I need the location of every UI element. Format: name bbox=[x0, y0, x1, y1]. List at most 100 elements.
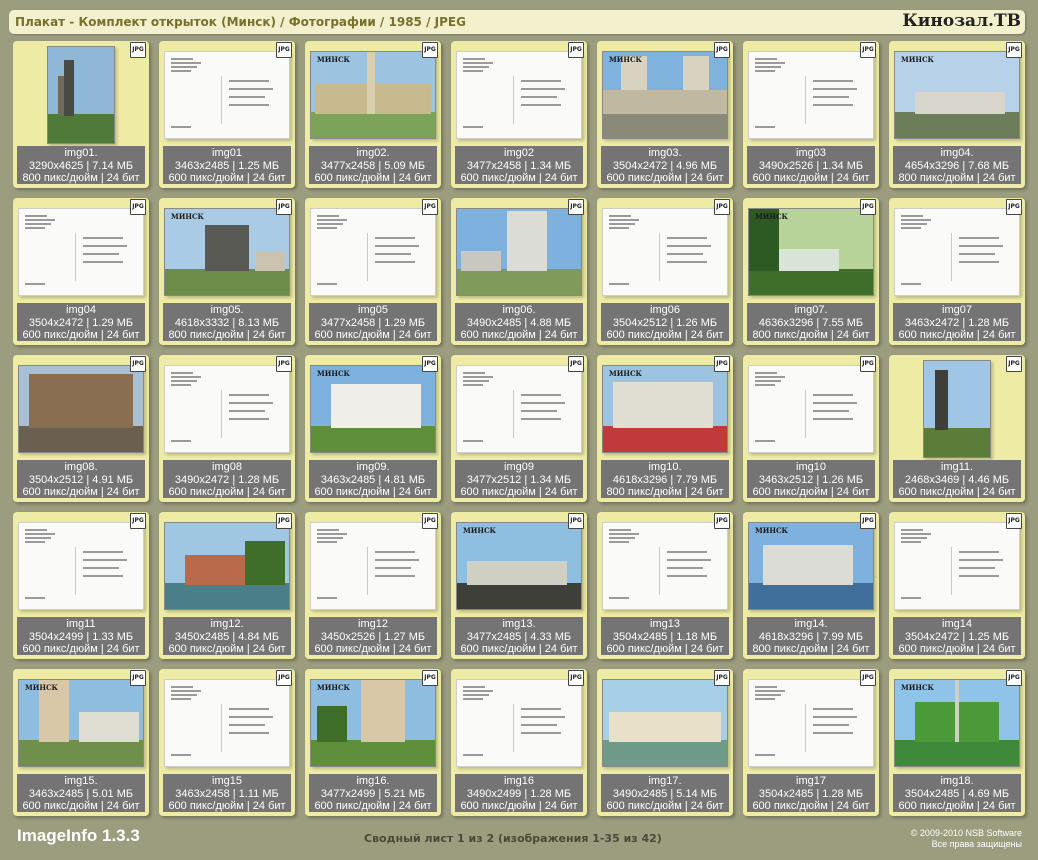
jpg-file-icon: JPG bbox=[422, 356, 438, 372]
postcard-text-line bbox=[317, 529, 339, 531]
thumbnail-tile[interactable]: JPG img11 3504x2499 | 1.33 МБ 600 пикс/дюйм… bbox=[13, 512, 149, 659]
thumbnail-tile[interactable]: МИНСК JPG img18. 3504x2485 | 4.69 МБ 600 пик… bbox=[889, 669, 1025, 816]
thumbnail-tile[interactable]: JPG img15 3463x2458 | 1.11 МБ 600 пикс/дюйм… bbox=[159, 669, 295, 816]
image-name: img16. bbox=[356, 775, 390, 787]
thumbnail-tile[interactable]: JPG img10 3463x2512 | 1.26 МБ 600 пикс/дюйм… bbox=[743, 355, 879, 502]
photo-building bbox=[64, 60, 74, 117]
thumbnail-tile[interactable]: МИНСК JPG img13. 3477x2485 | 4.33 МБ 600 пик… bbox=[451, 512, 587, 659]
thumbnail-image-area: МИНСК bbox=[747, 202, 875, 302]
postcard-text-line bbox=[959, 237, 999, 239]
image-dimensions: 3490x2472 | 1.28 МБ bbox=[174, 473, 280, 486]
image-resolution: 600 пикс/дюйм | 24 бит bbox=[460, 800, 578, 812]
postcard-text-line bbox=[25, 219, 55, 221]
thumbnail-tile[interactable]: МИНСК JPG img09. 3463x2485 | 4.81 МБ 600 пик… bbox=[305, 355, 441, 502]
thumbnail-tile[interactable]: МИНСК JPG img07. 4636x3296 | 7.55 МБ 800 пик… bbox=[743, 198, 879, 345]
thumbnail-tile[interactable]: JPG img13 3504x2485 | 1.18 МБ 600 пикс/дюйм… bbox=[597, 512, 733, 659]
jpg-file-icon: JPG bbox=[422, 513, 438, 529]
postcard-text-line bbox=[317, 227, 337, 229]
postcard-text-line bbox=[959, 575, 999, 577]
photo-building bbox=[613, 381, 713, 428]
copyright-line: © 2009-2010 NSB Software bbox=[910, 828, 1022, 838]
thumbnail-tile[interactable]: JPG img05 3477x2458 | 1.29 МБ 600 пикс/дюйм… bbox=[305, 198, 441, 345]
jpg-file-icon: JPG bbox=[860, 513, 876, 529]
jpg-file-icon: JPG bbox=[568, 199, 584, 215]
postcard-text-line bbox=[755, 686, 777, 688]
postcard-text-line bbox=[901, 215, 923, 217]
postcard-photo-image bbox=[602, 679, 728, 767]
thumbnail-image-area: МИНСК bbox=[163, 202, 291, 302]
postcard-text-line bbox=[609, 537, 635, 539]
postcard-text-line bbox=[463, 698, 483, 700]
thumbnail-tile[interactable]: JPG img14 3504x2472 | 1.25 МБ 600 пикс/дюйм… bbox=[889, 512, 1025, 659]
postcard-text-line bbox=[229, 410, 265, 412]
image-info-panel: img10 3463x2512 | 1.26 МБ 600 пикс/дюйм | … bbox=[747, 460, 875, 498]
photo-building bbox=[603, 89, 727, 114]
jpg-file-icon: JPG bbox=[422, 670, 438, 686]
thumbnail-tile[interactable]: JPG img12 3450x2526 | 1.27 МБ 600 пикс/дюйм… bbox=[305, 512, 441, 659]
postcard-text-line bbox=[813, 418, 853, 420]
image-name: img10. bbox=[648, 461, 682, 473]
postcard-photo-image: МИНСК bbox=[18, 679, 144, 767]
thumbnail-tile[interactable]: JPG img08 3490x2472 | 1.28 МБ 600 пикс/дюйм… bbox=[159, 355, 295, 502]
thumbnail-tile[interactable]: МИНСК JPG img10. 4618x3296 | 7.79 МБ 800 пик… bbox=[597, 355, 733, 502]
postcard-text-line bbox=[229, 716, 273, 718]
postcard-text-line bbox=[609, 219, 639, 221]
thumbnail-tile[interactable]: JPG img09 3477x2512 | 1.34 МБ 600 пикс/дюйм… bbox=[451, 355, 587, 502]
image-name: img14. bbox=[794, 618, 828, 630]
postcard-text-line bbox=[375, 261, 415, 263]
postcard-text-line bbox=[317, 541, 337, 543]
postcard-text-line bbox=[171, 440, 191, 442]
photo-building bbox=[367, 52, 375, 114]
thumbnail-tile[interactable]: МИНСК JPG img15. 3463x2485 | 5.01 МБ 600 пик… bbox=[13, 669, 149, 816]
thumbnail-tile[interactable]: JPG img06. 3490x2485 | 4.88 МБ 600 пикс/дюй… bbox=[451, 198, 587, 345]
image-resolution: 600 пикс/дюйм | 24 бит bbox=[168, 486, 286, 498]
jpg-file-icon: JPG bbox=[130, 513, 146, 529]
photo-caption: МИНСК bbox=[25, 683, 58, 692]
thumbnail-tile[interactable]: JPG img03 3490x2526 | 1.34 МБ 600 пикс/дюйм… bbox=[743, 41, 879, 188]
postcard-back-image bbox=[164, 365, 290, 453]
thumbnail-tile[interactable]: JPG img17. 3490x2485 | 5.14 МБ 600 пикс/дюй… bbox=[597, 669, 733, 816]
thumbnail-tile[interactable]: JPG img11. 2468x3469 | 4.46 МБ 600 пикс/дюй… bbox=[889, 355, 1025, 502]
thumbnail-tile[interactable]: МИНСК JPG img16. 3477x2499 | 5.21 МБ 600 пик… bbox=[305, 669, 441, 816]
thumbnail-tile[interactable]: JPG img04 3504x2472 | 1.29 МБ 600 пикс/дюйм… bbox=[13, 198, 149, 345]
postcard-text-line bbox=[901, 597, 921, 599]
thumbnail-image-area bbox=[747, 45, 875, 145]
postcard-text-line bbox=[755, 698, 775, 700]
thumbnail-tile[interactable]: JPG img17 3504x2485 | 1.28 МБ 600 пикс/дюйм… bbox=[743, 669, 879, 816]
thumbnail-tile[interactable]: JPG img16 3490x2499 | 1.28 МБ 600 пикс/дюйм… bbox=[451, 669, 587, 816]
image-dimensions: 3490x2499 | 1.28 МБ bbox=[466, 787, 572, 800]
postcard-text-line bbox=[755, 372, 777, 374]
thumbnail-tile[interactable]: JPG img01. 3290x4625 | 7.14 МБ 800 пикс/дюй… bbox=[13, 41, 149, 188]
image-dimensions: 3504x2472 | 1.25 МБ bbox=[904, 630, 1010, 643]
thumbnail-tile[interactable]: JPG img08. 3504x2512 | 4.91 МБ 600 пикс/дюй… bbox=[13, 355, 149, 502]
image-info-panel: img14 3504x2472 | 1.25 МБ 600 пикс/дюйм | … bbox=[893, 617, 1021, 655]
postcard-text-line bbox=[521, 88, 565, 90]
postcard-divider bbox=[221, 704, 222, 752]
jpg-file-icon: JPG bbox=[568, 513, 584, 529]
jpg-file-icon: JPG bbox=[130, 356, 146, 372]
thumbnail-tile[interactable]: JPG img02 3477x2458 | 1.34 МБ 600 пикс/дюйм… bbox=[451, 41, 587, 188]
thumbnail-tile[interactable]: МИНСК JPG img04. 4654x3296 | 7.68 МБ 800 пик… bbox=[889, 41, 1025, 188]
postcard-text-line bbox=[463, 686, 485, 688]
postcard-text-line bbox=[317, 219, 347, 221]
thumbnail-tile[interactable]: МИНСК JPG img03. 3504x2472 | 4.96 МБ 600 пик… bbox=[597, 41, 733, 188]
image-name: img07 bbox=[942, 304, 972, 316]
image-dimensions: 3504x2512 | 1.26 МБ bbox=[612, 316, 718, 329]
thumbnail-image-area: МИНСК bbox=[455, 516, 583, 616]
thumbnail-tile[interactable]: JPG img01 3463x2485 | 1.25 МБ 600 пикс/дюйм… bbox=[159, 41, 295, 188]
postcard-back-image bbox=[456, 679, 582, 767]
postcard-text-line bbox=[667, 237, 707, 239]
image-info-panel: img07. 4636x3296 | 7.55 МБ 800 пикс/дюйм |… bbox=[747, 303, 875, 341]
postcard-text-line bbox=[667, 245, 711, 247]
image-dimensions: 3290x4625 | 7.14 МБ bbox=[28, 159, 134, 172]
thumbnail-tile[interactable]: JPG img06 3504x2512 | 1.26 МБ 600 пикс/дюйм… bbox=[597, 198, 733, 345]
thumbnail-tile[interactable]: МИНСК JPG img02. 3477x2458 | 5.09 МБ 600 пик… bbox=[305, 41, 441, 188]
thumbnail-tile[interactable]: МИНСК JPG img14. 4618x3296 | 7.99 МБ 800 пик… bbox=[743, 512, 879, 659]
image-dimensions: 3490x2485 | 4.88 МБ bbox=[466, 316, 572, 329]
thumbnail-tile[interactable]: JPG img12. 3450x2485 | 4.84 МБ 600 пикс/дюй… bbox=[159, 512, 295, 659]
postcard-text-line bbox=[521, 410, 557, 412]
thumbnail-tile[interactable]: МИНСК JPG img05. 4618x3332 | 8.13 МБ 800 пик… bbox=[159, 198, 295, 345]
postcard-text-line bbox=[521, 418, 561, 420]
thumbnail-tile[interactable]: JPG img07 3463x2472 | 1.28 МБ 600 пикс/дюйм… bbox=[889, 198, 1025, 345]
postcard-back-image bbox=[18, 522, 144, 610]
